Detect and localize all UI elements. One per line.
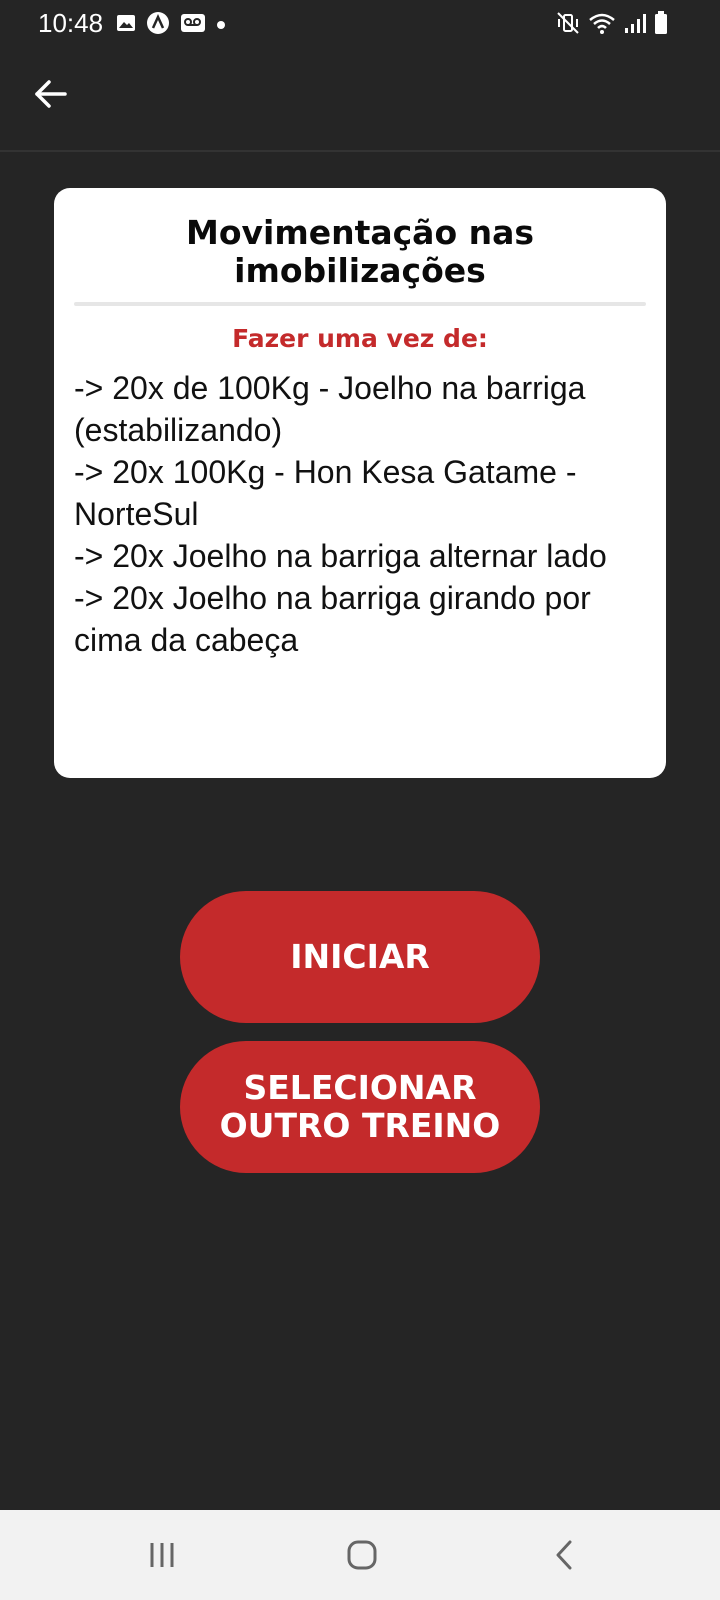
- divider: [74, 302, 646, 306]
- status-right-icons: [556, 11, 668, 40]
- home-button[interactable]: [332, 1530, 392, 1580]
- system-nav-bar: [0, 1510, 720, 1600]
- training-card: Movimentação nas imobilizações Fazer uma…: [54, 188, 666, 778]
- start-button[interactable]: INICIAR: [180, 891, 540, 1023]
- training-description: -> 20x de 100Kg - Joelho na barriga (est…: [74, 367, 646, 661]
- status-time: 10:48: [38, 8, 104, 38]
- back-button[interactable]: [24, 68, 76, 120]
- screen: 10:48 Movimentação nas imobilizações Faz…: [0, 0, 720, 1600]
- app-notification-icon: [146, 11, 170, 40]
- training-title: Movimentação nas imobilizações: [185, 213, 535, 290]
- exercise-line: -> 20x Joelho na barriga girando por cim…: [74, 580, 591, 658]
- arrow-left-icon: [35, 80, 67, 108]
- exercise-line: -> 20x Joelho na barriga alternar lado: [74, 538, 607, 574]
- gallery-icon: [116, 13, 136, 38]
- training-subtitle: Fazer uma vez de:: [232, 324, 488, 353]
- app-bar: [0, 46, 720, 152]
- back-chevron-icon: [556, 1540, 572, 1570]
- battery-icon: [654, 11, 668, 40]
- status-left-icons: [116, 11, 226, 40]
- exercise-line: -> 20x 100Kg - Hon Kesa Gatame - NorteSu…: [74, 454, 577, 532]
- dot-icon: [216, 17, 226, 35]
- voicemail-icon: [180, 12, 206, 39]
- signal-icon: [624, 12, 646, 39]
- recent-apps-icon: [150, 1543, 174, 1567]
- recent-apps-button[interactable]: [132, 1530, 192, 1580]
- system-back-button[interactable]: [534, 1530, 594, 1580]
- select-other-training-button[interactable]: SELECIONAR OUTRO TREINO: [180, 1041, 540, 1173]
- mute-vibrate-icon: [556, 11, 580, 40]
- exercise-line: -> 20x de 100Kg - Joelho na barriga (est…: [74, 370, 586, 448]
- home-icon: [347, 1540, 377, 1570]
- wifi-icon: [588, 11, 616, 40]
- status-bar: 10:48: [0, 0, 720, 46]
